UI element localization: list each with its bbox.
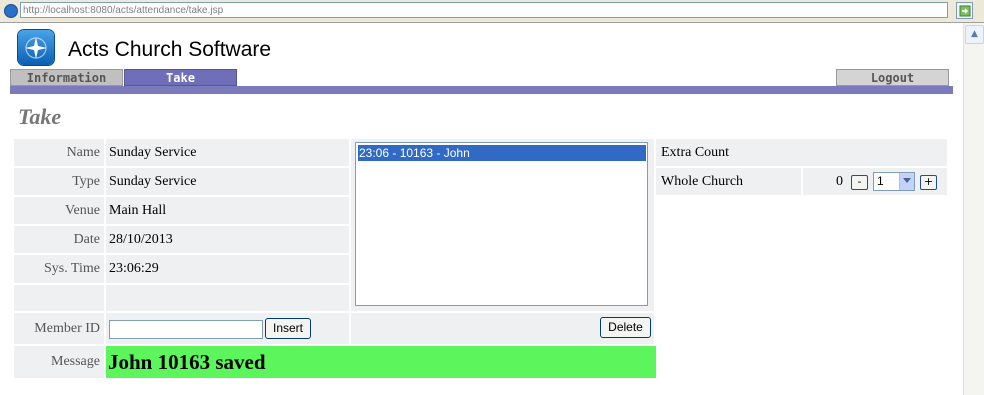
page-title: Take — [18, 104, 62, 129]
step-select[interactable]: 1 — [873, 172, 915, 191]
tab-divider — [10, 86, 953, 94]
systime-value: 23:06:29 — [106, 255, 349, 283]
star-logo-icon — [25, 37, 47, 59]
member-id-label: Member ID — [14, 313, 104, 344]
step-select-value: 1 — [877, 174, 884, 188]
name-value: Sunday Service — [106, 139, 349, 166]
app-title: Acts Church Software — [68, 38, 272, 61]
go-arrow-icon — [959, 5, 971, 17]
systime-label: Sys. Time — [14, 255, 104, 283]
date-value: 28/10/2013 — [106, 226, 349, 253]
tab-information[interactable]: Information — [10, 69, 123, 86]
app-logo — [18, 30, 54, 65]
extra-count-header: Extra Count — [656, 139, 947, 166]
insert-button[interactable]: Insert — [265, 318, 311, 339]
decrement-button[interactable]: - — [851, 175, 868, 190]
go-button[interactable] — [956, 2, 973, 19]
tab-take[interactable]: Take — [124, 69, 237, 86]
message-label: Message — [14, 346, 104, 378]
name-label: Name — [14, 139, 104, 166]
venue-label: Venue — [14, 197, 104, 224]
list-item[interactable]: 23:06 - 10163 - John — [358, 145, 646, 161]
url-field[interactable]: http://localhost:8080/acts/attendance/ta… — [20, 2, 948, 18]
attendance-listbox[interactable]: 23:06 - 10163 - John — [355, 142, 648, 306]
increment-button[interactable]: + — [920, 175, 937, 190]
member-id-input[interactable] — [109, 320, 263, 339]
venue-value: Main Hall — [106, 197, 349, 224]
scroll-up-icon[interactable]: ▲ — [965, 25, 984, 44]
type-value: Sunday Service — [106, 168, 349, 195]
status-message: John 10163 saved — [106, 346, 656, 378]
date-label: Date — [14, 226, 104, 253]
logout-button[interactable]: Logout — [836, 69, 949, 86]
page-icon — [4, 4, 18, 18]
delete-button[interactable]: Delete — [600, 317, 651, 338]
whole-church-controls: 0 - 1 + — [803, 168, 947, 195]
whole-church-count: 0 — [836, 174, 843, 189]
spacer-value — [106, 285, 349, 311]
whole-church-label: Whole Church — [656, 168, 801, 195]
spacer-label — [14, 285, 104, 311]
type-label: Type — [14, 168, 104, 195]
vertical-scrollbar[interactable]: ▲ — [963, 23, 984, 395]
address-bar: http://localhost:8080/acts/attendance/ta… — [0, 0, 984, 23]
chevron-down-icon[interactable] — [899, 173, 914, 190]
